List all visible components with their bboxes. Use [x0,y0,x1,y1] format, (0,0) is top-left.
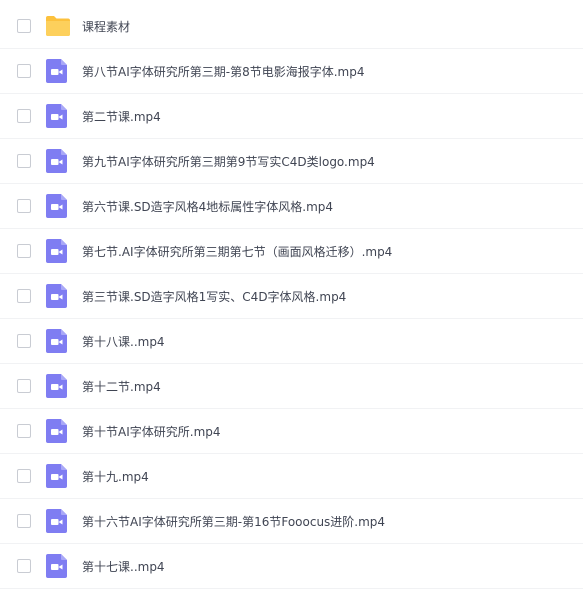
file-name[interactable]: 课程素材 [82,18,130,35]
select-checkbox[interactable] [17,64,31,78]
list-item-video[interactable]: 第七节.AI字体研究所第三期第七节（画面风格迁移）.mp4 [0,229,583,274]
list-item-video[interactable]: 第二节课.mp4 [0,94,583,139]
select-checkbox[interactable] [17,379,31,393]
video-file-icon [45,509,69,533]
folder-icon [45,14,70,38]
select-checkbox[interactable] [17,514,31,528]
video-file-icon [45,149,69,173]
list-item-video[interactable]: 第十节AI字体研究所.mp4 [0,409,583,454]
list-item-video[interactable]: 第十六节AI字体研究所第三期-第16节Fooocus进阶.mp4 [0,499,583,544]
list-item-video[interactable]: 第八节AI字体研究所第三期-第8节电影海报字体.mp4 [0,49,583,94]
select-checkbox[interactable] [17,154,31,168]
select-checkbox[interactable] [17,334,31,348]
select-checkbox[interactable] [17,109,31,123]
file-name[interactable]: 第六节课.SD造字风格4地标属性字体风格.mp4 [82,198,333,215]
video-file-icon [45,239,69,263]
list-item-video[interactable]: 第十二节.mp4 [0,364,583,409]
file-name[interactable]: 第十二节.mp4 [82,378,161,395]
select-checkbox[interactable] [17,244,31,258]
video-file-icon [45,194,69,218]
file-name[interactable]: 第八节AI字体研究所第三期-第8节电影海报字体.mp4 [82,63,364,80]
file-name[interactable]: 第三节课.SD造字风格1写实、C4D字体风格.mp4 [82,288,346,305]
file-name[interactable]: 第二节课.mp4 [82,108,161,125]
video-file-icon [45,284,69,308]
video-file-icon [45,419,69,443]
list-item-video[interactable]: 第十七课..mp4 [0,544,583,589]
select-checkbox[interactable] [17,19,31,33]
select-checkbox[interactable] [17,424,31,438]
select-checkbox[interactable] [17,469,31,483]
video-file-icon [45,464,69,488]
video-file-icon [45,329,69,353]
file-name[interactable]: 第九节AI字体研究所第三期第9节写实C4D类logo.mp4 [82,153,375,170]
video-file-icon [45,374,69,398]
file-name[interactable]: 第十节AI字体研究所.mp4 [82,423,221,440]
select-checkbox[interactable] [17,199,31,213]
file-name[interactable]: 第十六节AI字体研究所第三期-第16节Fooocus进阶.mp4 [82,513,385,530]
list-item-video[interactable]: 第三节课.SD造字风格1写实、C4D字体风格.mp4 [0,274,583,319]
select-checkbox[interactable] [17,559,31,573]
list-item-video[interactable]: 第十八课..mp4 [0,319,583,364]
file-name[interactable]: 第十七课..mp4 [82,558,165,575]
select-checkbox[interactable] [17,289,31,303]
file-name[interactable]: 第十九.mp4 [82,468,149,485]
file-name[interactable]: 第七节.AI字体研究所第三期第七节（画面风格迁移）.mp4 [82,243,392,260]
list-item-folder[interactable]: 课程素材 [0,4,583,49]
list-item-video[interactable]: 第六节课.SD造字风格4地标属性字体风格.mp4 [0,184,583,229]
list-item-video[interactable]: 第九节AI字体研究所第三期第9节写实C4D类logo.mp4 [0,139,583,184]
list-item-video[interactable]: 第十九.mp4 [0,454,583,499]
video-file-icon [45,59,69,83]
video-file-icon [45,554,69,578]
file-list: 课程素材 第八节AI字体研究所第三期-第8节电影海报字体.mp4 第二节课.mp… [0,0,583,591]
file-name[interactable]: 第十八课..mp4 [82,333,165,350]
video-file-icon [45,104,69,128]
